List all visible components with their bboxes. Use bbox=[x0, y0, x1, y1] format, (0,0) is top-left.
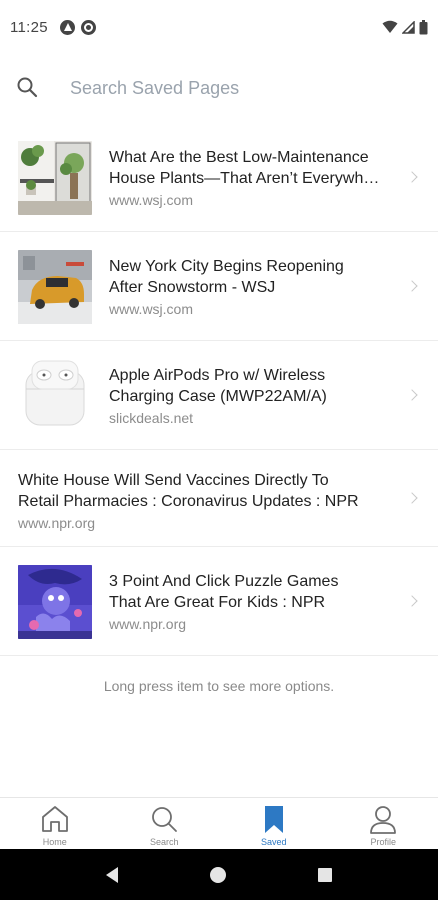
item-title: House Plants—That Aren’t Everywh… bbox=[109, 170, 380, 187]
wifi-icon bbox=[382, 20, 398, 33]
item-title: What Are the Best Low-Maintenance bbox=[109, 149, 369, 166]
list-item[interactable]: New York City Begins Reopening After Sno… bbox=[0, 232, 438, 341]
item-domain: www.npr.org bbox=[18, 515, 96, 531]
nav-saved[interactable]: Saved bbox=[219, 798, 329, 849]
nav-label: Profile bbox=[370, 837, 396, 847]
nav-label: Home bbox=[42, 837, 67, 847]
data-saver-icon bbox=[80, 19, 96, 35]
item-text: White House Will Send Vaccines Directly … bbox=[18, 470, 398, 532]
long-press-hint: Long press item to see more options. bbox=[103, 678, 335, 694]
item-title: Apple AirPods Pro w/ Wireless bbox=[109, 367, 326, 384]
item-title: White House Will Send Vaccines Directly … bbox=[18, 472, 329, 489]
signal-icon bbox=[402, 20, 415, 34]
status-icons-left bbox=[59, 19, 96, 35]
item-text: What Are the Best Low-Maintenance House … bbox=[109, 147, 399, 209]
chevron-right-icon bbox=[406, 171, 418, 183]
item-domain: www.wsj.com bbox=[109, 192, 194, 208]
home-icon bbox=[41, 806, 68, 832]
battery-icon bbox=[419, 19, 428, 34]
app-notification-icon bbox=[59, 19, 75, 35]
item-title: Charging Case (MWP22AM/A) bbox=[109, 388, 327, 405]
thumbnail-puzzle-game bbox=[18, 565, 92, 639]
nav-home[interactable]: Home bbox=[0, 798, 110, 849]
bookmark-icon bbox=[264, 806, 283, 833]
chevron-right-icon bbox=[406, 595, 418, 607]
nav-label: Saved bbox=[260, 837, 287, 847]
item-title: After Snowstorm - WSJ bbox=[109, 279, 276, 296]
home-button-icon[interactable] bbox=[210, 866, 226, 883]
status-bar: 11:25 bbox=[0, 0, 438, 54]
item-title: Retail Pharmacies : Coronavirus Updates … bbox=[18, 493, 359, 510]
list-item[interactable]: 3 Point And Click Puzzle Games That Are … bbox=[0, 547, 438, 656]
bottom-nav: Home Search Saved Profile bbox=[0, 797, 438, 849]
item-title: 3 Point And Click Puzzle Games bbox=[109, 573, 339, 590]
recent-apps-icon[interactable] bbox=[318, 867, 332, 882]
nav-search[interactable]: Search bbox=[110, 798, 220, 849]
search-input[interactable] bbox=[70, 72, 410, 104]
status-icons-right bbox=[382, 19, 428, 35]
nav-label: Search bbox=[149, 837, 179, 847]
item-title: That Are Great For Kids : NPR bbox=[109, 594, 326, 611]
profile-icon bbox=[370, 806, 397, 834]
item-text: Apple AirPods Pro w/ Wireless Charging C… bbox=[109, 365, 399, 427]
item-text: 3 Point And Click Puzzle Games That Are … bbox=[109, 571, 399, 633]
search-icon bbox=[152, 807, 178, 832]
list-item[interactable]: White House Will Send Vaccines Directly … bbox=[0, 450, 438, 547]
chevron-right-icon bbox=[406, 492, 418, 504]
item-domain: slickdeals.net bbox=[109, 410, 194, 426]
list-item[interactable]: What Are the Best Low-Maintenance House … bbox=[0, 123, 438, 232]
search-icon[interactable] bbox=[16, 76, 38, 98]
status-time: 11:25 bbox=[10, 18, 48, 36]
nav-profile[interactable]: Profile bbox=[329, 798, 438, 849]
thumbnail-taxi-snow bbox=[18, 250, 92, 324]
item-domain: www.wsj.com bbox=[109, 301, 194, 317]
search-bar bbox=[0, 58, 438, 118]
thumbnail-airpods bbox=[18, 359, 92, 433]
saved-pages-list: What Are the Best Low-Maintenance House … bbox=[0, 123, 438, 656]
item-title: New York City Begins Reopening bbox=[109, 258, 344, 275]
chevron-right-icon bbox=[406, 389, 418, 401]
system-nav-bar bbox=[0, 849, 438, 900]
back-icon[interactable] bbox=[106, 866, 118, 883]
item-text: New York City Begins Reopening After Sno… bbox=[109, 256, 399, 318]
item-domain: www.npr.org bbox=[109, 616, 187, 632]
thumbnail-house-plants bbox=[18, 141, 92, 215]
chevron-right-icon bbox=[406, 280, 418, 292]
list-item[interactable]: Apple AirPods Pro w/ Wireless Charging C… bbox=[0, 341, 438, 450]
